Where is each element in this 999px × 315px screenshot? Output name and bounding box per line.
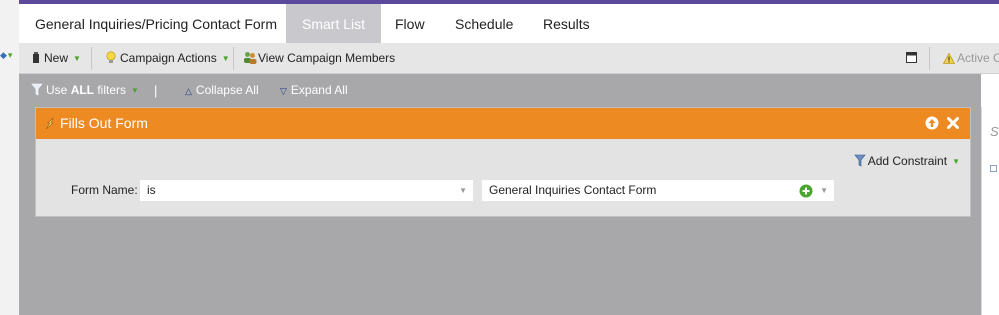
chevron-down-icon: ▼	[221, 54, 230, 63]
active-status-label: Active Ca	[957, 51, 999, 65]
chevron-down-icon: ▼	[459, 186, 467, 195]
tab-smart-list[interactable]: Smart List	[286, 4, 382, 43]
warning-icon	[943, 53, 955, 64]
new-button[interactable]: New ▼	[32, 43, 81, 74]
toolbar-divider	[929, 47, 930, 70]
chevron-down-icon: ▼	[952, 157, 960, 166]
filter-title: Fills Out Form	[60, 115, 148, 131]
form-value: General Inquiries Contact Form	[489, 183, 657, 197]
filter-funnel-icon	[854, 154, 866, 167]
filter-bar-separator: |	[154, 83, 158, 98]
new-label: New	[44, 51, 69, 65]
operator-select[interactable]: is ▼	[140, 180, 473, 201]
campaign-actions-label: Campaign Actions	[120, 51, 217, 65]
collapse-all-label: Collapse All	[195, 83, 259, 97]
collapse-toggle-icon[interactable]	[990, 165, 997, 172]
left-tree-panel: ◆▾	[0, 0, 20, 315]
form-name-label: Form Name:	[71, 183, 138, 197]
filter-bar: Use ALL filters ▼ | △ Collapse All ▽ Expand…	[19, 74, 981, 107]
chevron-down-icon: ▼	[73, 54, 81, 63]
expand-arrow-icon[interactable]: ◆▾	[0, 50, 12, 61]
filter-card-header[interactable]: Fills Out Form	[36, 108, 970, 139]
toolbar: New ▼ Campaign Actions ▼ View Campaign Mem…	[19, 43, 999, 74]
tab-results[interactable]: Results	[527, 4, 606, 43]
expand-triangle-icon: ▽	[280, 86, 287, 96]
add-constraint-label: Add Constraint	[867, 154, 948, 168]
collapse-triangle-icon: △	[185, 86, 192, 96]
tab-schedule[interactable]: Schedule	[439, 4, 529, 43]
add-value-icon[interactable]	[799, 184, 813, 198]
people-icon	[244, 52, 257, 64]
use-suffix: filters	[94, 83, 127, 97]
right-side-panel: S	[981, 107, 999, 315]
view-campaign-members-button[interactable]: View Campaign Members	[243, 43, 395, 74]
operator-value: is	[147, 183, 156, 197]
use-all-keyword: ALL	[70, 83, 95, 97]
calendar-icon	[906, 52, 917, 63]
view-campaign-members-label: View Campaign Members	[258, 51, 396, 65]
tab-flow[interactable]: Flow	[379, 4, 441, 43]
use-prefix: Use	[46, 83, 71, 97]
lightbulb-icon	[106, 51, 116, 63]
smart-list-canvas: Use ALL filters ▼ | △ Collapse All ▽ Expand…	[19, 74, 981, 315]
collapse-all-button[interactable]: △ Collapse All	[185, 74, 259, 107]
tab-program-name[interactable]: General Inquiries/Pricing Contact Form	[19, 4, 293, 43]
trigger-bolt-icon	[45, 117, 54, 130]
add-constraint-button[interactable]: Add Constraint ▼	[854, 154, 960, 168]
chevron-down-icon: ▼	[131, 86, 139, 95]
expand-all-button[interactable]: ▽ Expand All	[280, 74, 348, 107]
active-status-button[interactable]: Active Ca	[943, 43, 999, 74]
use-all-filters-dropdown[interactable]: Use ALL filters ▼	[31, 74, 139, 107]
move-up-icon[interactable]	[925, 116, 939, 130]
calendar-button[interactable]	[906, 43, 917, 74]
tab-bar: General Inquiries/Pricing Contact Form S…	[19, 0, 999, 43]
toolbar-divider	[233, 47, 234, 70]
filter-funnel-icon	[31, 83, 43, 96]
toolbar-divider	[91, 47, 92, 70]
filter-card: Fills Out Form Add Constraint ▼ Form Name…	[35, 107, 971, 217]
right-panel-text: S	[990, 124, 999, 139]
close-icon[interactable]	[947, 117, 959, 129]
chevron-down-icon: ▼	[820, 186, 828, 195]
form-value-select[interactable]: General Inquiries Contact Form ▼	[482, 180, 834, 201]
campaign-actions-button[interactable]: Campaign Actions ▼	[106, 43, 230, 74]
expand-all-label: Expand All	[290, 83, 348, 97]
new-icon	[33, 52, 39, 63]
